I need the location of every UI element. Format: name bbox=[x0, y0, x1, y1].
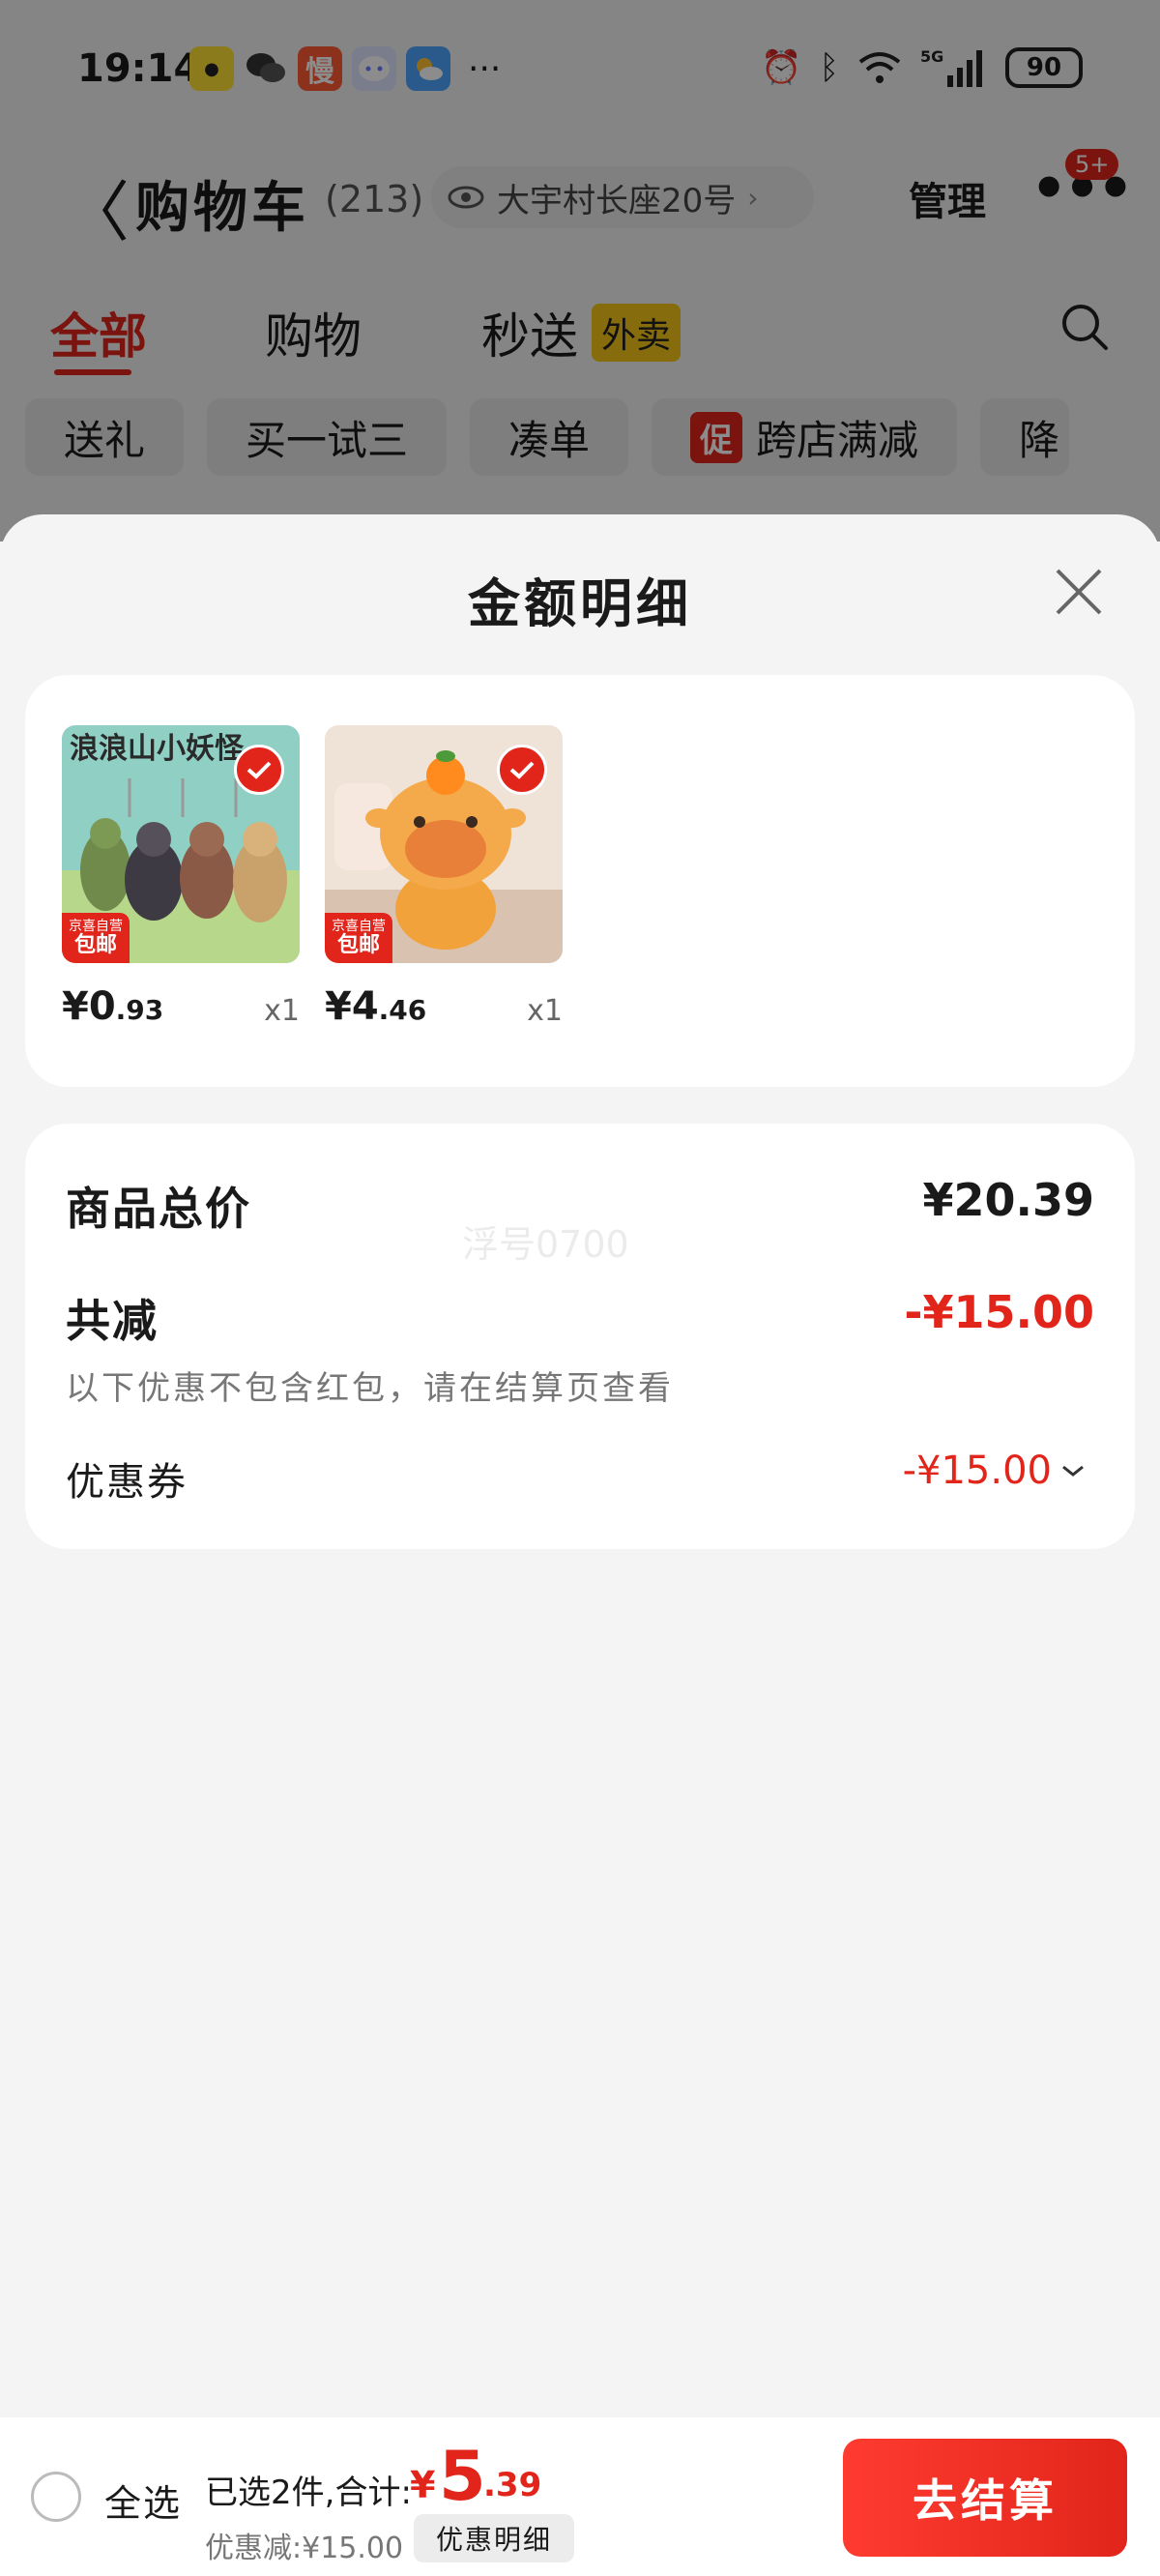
total-reduction-value: -¥15.00 bbox=[904, 1286, 1094, 1338]
artwork-title: 浪浪山小妖怪 bbox=[70, 732, 245, 766]
checkout-button[interactable]: 去结算 bbox=[843, 2439, 1127, 2557]
price-integer: ¥0 bbox=[62, 984, 116, 1029]
discount-detail-button[interactable]: 优惠明细 bbox=[414, 2514, 574, 2562]
price-summary-card: 浮号0700 商品总价 ¥20.39 共减 -¥15.00 以下优惠不包含红包，… bbox=[25, 1124, 1135, 1549]
select-all-label[interactable]: 全选 bbox=[104, 2474, 182, 2527]
selected-check-icon bbox=[234, 745, 284, 795]
watermark: 浮号0700 bbox=[462, 1223, 629, 1266]
discount-summary: 优惠减:¥15.00 bbox=[205, 2532, 404, 2565]
product-quantity: x1 bbox=[264, 994, 300, 1028]
coupon-dropdown[interactable]: -¥15.00 bbox=[903, 1449, 1085, 1493]
select-all-radio[interactable] bbox=[31, 2472, 81, 2522]
total-price-value: ¥20.39 bbox=[922, 1174, 1094, 1226]
total-amount-decimal: .39 bbox=[483, 2466, 542, 2504]
self-operated-tag: 京喜自营 包邮 bbox=[325, 913, 392, 963]
product-price: ¥0.93 bbox=[62, 984, 163, 1029]
product-thumbnail: 京喜自营 包邮 bbox=[325, 725, 563, 963]
total-currency: ¥ bbox=[410, 2464, 436, 2506]
product-price: ¥4.46 bbox=[325, 984, 426, 1029]
self-operated-tag: 京喜自营 包邮 bbox=[62, 913, 130, 963]
price-decimal: .93 bbox=[115, 994, 164, 1026]
product-thumbnail: 浪浪山小妖怪 京喜自营 包邮 bbox=[62, 725, 300, 963]
coupon-value: -¥15.00 bbox=[902, 1449, 1052, 1493]
checkout-bar: 全选 已选2件,合计: ¥ 5 .39 优惠减:¥15.00 优惠明细 去结算 bbox=[0, 2417, 1160, 2576]
modal-overlay[interactable] bbox=[0, 0, 1160, 542]
total-reduction-label: 共减 bbox=[66, 1295, 159, 1347]
price-decimal: .46 bbox=[378, 994, 427, 1026]
amount-detail-sheet: 金额明细 浪浪山小妖怪 京喜自营 包邮 ¥0.93 x1 京喜自营 包邮 ¥4.… bbox=[0, 514, 1160, 2576]
tag-free-shipping: 包邮 bbox=[336, 933, 380, 957]
tag-free-shipping: 包邮 bbox=[73, 933, 117, 957]
product-price-row: ¥4.46 x1 bbox=[325, 984, 563, 1035]
chevron-down-icon bbox=[1062, 1465, 1084, 1477]
price-integer: ¥4 bbox=[325, 984, 379, 1029]
discount-note: 以下优惠不包含红包，请在结算页查看 bbox=[66, 1369, 674, 1408]
product-quantity: x1 bbox=[527, 994, 563, 1028]
products-card: 浪浪山小妖怪 京喜自营 包邮 ¥0.93 x1 京喜自营 包邮 ¥4.46 x1 bbox=[25, 675, 1135, 1087]
tag-store: 京喜自营 bbox=[69, 919, 123, 934]
product-price-row: ¥0.93 x1 bbox=[62, 984, 300, 1035]
sheet-title: 金额明细 bbox=[468, 573, 692, 634]
close-icon[interactable] bbox=[1050, 563, 1108, 621]
selected-summary: 已选2件,合计: bbox=[205, 2474, 412, 2512]
total-amount-integer: 5 bbox=[439, 2437, 486, 2516]
coupon-label: 优惠券 bbox=[66, 1460, 188, 1505]
total-price-label: 商品总价 bbox=[66, 1183, 251, 1235]
selected-check-icon bbox=[497, 745, 547, 795]
tag-store: 京喜自营 bbox=[332, 919, 386, 934]
